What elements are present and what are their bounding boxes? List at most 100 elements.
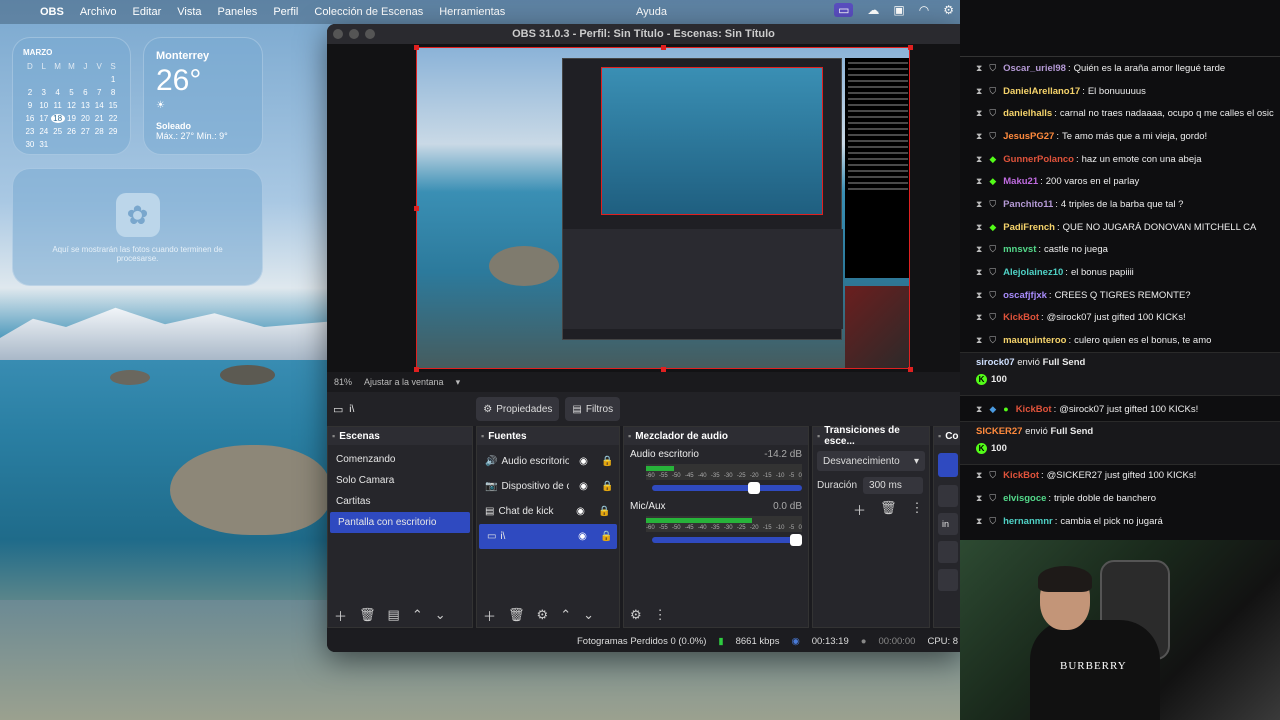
chat-username[interactable]: Oscar_uriel98 (1003, 63, 1066, 74)
chat-username[interactable]: KickBot (1003, 312, 1039, 323)
trash-icon[interactable]: 🗑 (359, 607, 376, 623)
transitions-header[interactable]: ▪ Transiciones de esce... (813, 425, 929, 447)
add-icon[interactable]: ＋ (853, 500, 866, 519)
chat-message[interactable]: ⧗ ⛉ elvisgoce: triple doble de banchero (960, 487, 1280, 510)
chat-username[interactable]: KickBot (1003, 470, 1039, 481)
chat-message[interactable]: ⧗ ⛉ hernanmnr: cambia el pick no jugará (960, 510, 1280, 533)
chat-message[interactable]: ⧗ ⛉ Oscar_uriel98: Quién es la araña amor l… (960, 57, 1280, 80)
minimize-window-button[interactable] (349, 29, 359, 39)
chat-message[interactable]: ⧗ ⛉ mauquinteroo: culero quien es el bonus,… (960, 329, 1280, 352)
eye-icon[interactable]: ◉ (572, 531, 592, 542)
menu-perfil[interactable]: Perfil (273, 6, 298, 18)
chat-username[interactable]: Alejolainez10 (1003, 267, 1063, 278)
weather-widget[interactable]: Monterrey 26° ☀ Soleado Máx.: 27° Mín.: … (143, 37, 263, 155)
chat-message[interactable]: ⧗ ⛉ DanielArellano17: El bonuuuuus (960, 80, 1280, 103)
chat-username[interactable]: JesusPG27 (1003, 131, 1054, 142)
scene-item[interactable]: Cartitas (328, 491, 472, 512)
resize-handle[interactable] (661, 45, 666, 50)
controls-header[interactable]: ▪ Co (934, 427, 960, 445)
chat-message[interactable]: ⧗ ⛉ Panchito11:4 triples de la barba que t… (960, 193, 1280, 216)
chat-message[interactable]: ⧗ ⛉ oscafjfjxk: CREES Q TIGRES REMONTE? (960, 284, 1280, 307)
lock-icon[interactable]: 🔒 (597, 481, 617, 492)
menu-vista[interactable]: Vista (177, 6, 201, 18)
obs-titlebar[interactable]: OBS 31.0.3 - Perfil: Sin Título - Escena… (327, 24, 960, 44)
menu-coleccion-escenas[interactable]: Colección de Escenas (314, 6, 423, 18)
more-icon[interactable]: ⋮ (911, 500, 924, 519)
chat-username[interactable]: Maku21 (1003, 176, 1038, 187)
chat-username[interactable]: mnsvst (1003, 244, 1036, 255)
volume-slider[interactable] (652, 482, 802, 494)
chevron-down-icon[interactable]: ▾ (456, 377, 461, 388)
chat-message[interactable]: ⧗ ⛉ JesusPG27: Te amo más que a mi vieja, g… (960, 125, 1280, 148)
control-button[interactable] (938, 541, 958, 563)
chat-message[interactable]: ⧗ ⛉ Alejolainez10: el bonus papiiii (960, 261, 1280, 284)
chat-message[interactable]: ⧗ ⛉ KickBot: @sirock07 just gifted 100 KICK… (960, 307, 1280, 330)
eye-icon[interactable]: ◉ (573, 456, 593, 467)
cloud-icon[interactable]: ☁ (867, 3, 879, 17)
menu-editar[interactable]: Editar (133, 6, 162, 18)
more-icon[interactable]: ⋮ (654, 607, 667, 623)
start-streaming-button[interactable] (938, 453, 958, 477)
chevron-up-icon[interactable]: ⌃ (560, 607, 571, 623)
volume-slider[interactable] (652, 534, 802, 546)
slider-knob[interactable] (790, 534, 802, 546)
trash-icon[interactable]: 🗑 (880, 500, 897, 519)
filter-icon[interactable]: ▤ (388, 607, 400, 623)
chevron-up-icon[interactable]: ⌃ (412, 607, 423, 623)
chat-username[interactable]: DanielArellano17 (1003, 86, 1080, 97)
source-item[interactable]: ▤ Chat de kick ◉ 🔒 (477, 499, 619, 524)
obs-preview-area[interactable]: 257 81% Ajustar a la ventana ▾ (327, 44, 960, 392)
mixer-settings-icon[interactable]: ⚙ (630, 607, 642, 623)
display-icon[interactable]: ▣ (893, 3, 904, 17)
chevron-down-icon[interactable]: ⌄ (583, 607, 594, 623)
chat-message[interactable]: ⧗ ⛉ KickBot: @SICKER27 just gifted 100 KICK… (960, 465, 1280, 488)
sources-header[interactable]: ▪ Fuentes (477, 427, 619, 445)
close-window-button[interactable] (333, 29, 343, 39)
lock-icon[interactable]: 🔒 (597, 456, 617, 467)
wifi-icon[interactable]: ◠ (919, 3, 929, 17)
screen-record-icon[interactable]: ▭ (834, 3, 854, 17)
chat-username[interactable]: PadiFrench (1003, 222, 1055, 233)
chat-message[interactable]: ⧗ ◆ ● KickBot: @sirock07 just gifted 100 KI… (960, 398, 1280, 421)
control-button[interactable] (938, 569, 958, 591)
menu-ayuda[interactable]: Ayuda (636, 6, 667, 18)
chat-username[interactable]: Panchito11 (1003, 199, 1053, 210)
menu-herramientas[interactable]: Herramientas (439, 6, 505, 18)
chat-username[interactable]: mauquinteroo (1003, 335, 1066, 346)
studio-mode-button[interactable]: in (938, 513, 958, 535)
transition-select[interactable]: Desvanecimiento ▾ (817, 451, 925, 471)
source-item-selected[interactable]: ▭ Ꭵ\ ◉ 🔒 (479, 524, 617, 549)
scene-item-selected[interactable]: Pantalla con escritorio (330, 512, 470, 533)
resize-handle[interactable] (908, 45, 913, 50)
scene-item[interactable]: Comenzando (328, 449, 472, 470)
chat-username[interactable]: GunnerPolanco (1003, 154, 1074, 165)
chat-username[interactable]: KickBot (1016, 404, 1052, 415)
trash-icon[interactable]: 🗑 (508, 607, 525, 623)
mixer-header[interactable]: ▪ Mezclador de audio (624, 427, 808, 445)
chat-message[interactable]: ⧗ ⛉ mnsvst: castle no juega (960, 239, 1280, 262)
menu-app[interactable]: OBS (40, 6, 64, 18)
calendar-widget[interactable]: MARZO D L M M J V S 1 2 3 4 5 6 7 8 9 10 11 12 13 14 15 16 17 18… (12, 37, 131, 155)
chat-username[interactable]: danielhalls (1003, 108, 1052, 119)
slider-knob[interactable] (748, 482, 760, 494)
properties-button[interactable]: ⚙ Propiedades (476, 397, 560, 421)
add-icon[interactable]: ＋ (483, 606, 496, 625)
chat-message[interactable]: ⧗ ◆ PadiFrench: QUE NO JUGARÁ DONOVAN MITCH… (960, 216, 1280, 239)
add-icon[interactable]: ＋ (334, 606, 347, 625)
filters-button[interactable]: ▤ Filtros (565, 397, 621, 421)
menu-archivo[interactable]: Archivo (80, 6, 117, 18)
source-item[interactable]: 🔊 Audio escritorio ◉ 🔒 (477, 449, 619, 474)
zoom-window-button[interactable] (365, 29, 375, 39)
photos-widget[interactable]: ✿ Aquí se mostrarán las fotos cuando ter… (12, 168, 263, 286)
chat-username[interactable]: hernanmnr (1003, 516, 1053, 527)
chat-username[interactable]: oscafjfjxk (1003, 290, 1047, 301)
lock-icon[interactable]: 🔒 (594, 506, 614, 517)
source-item[interactable]: 📷 Dispositivo de c ◉ 🔒 (477, 474, 619, 499)
gift-user[interactable]: sirock07 (976, 357, 1015, 368)
preview-canvas[interactable]: 257 (416, 47, 910, 369)
control-button[interactable] (938, 485, 958, 507)
chat-message[interactable]: ⧗ ⛉ danielhalls: carnal no traes nadaaaa, o… (960, 102, 1280, 125)
chevron-down-icon[interactable]: ⌄ (435, 607, 446, 623)
scenes-header[interactable]: ▪ Escenas (328, 427, 472, 445)
duration-input[interactable]: 300 ms (863, 477, 924, 494)
